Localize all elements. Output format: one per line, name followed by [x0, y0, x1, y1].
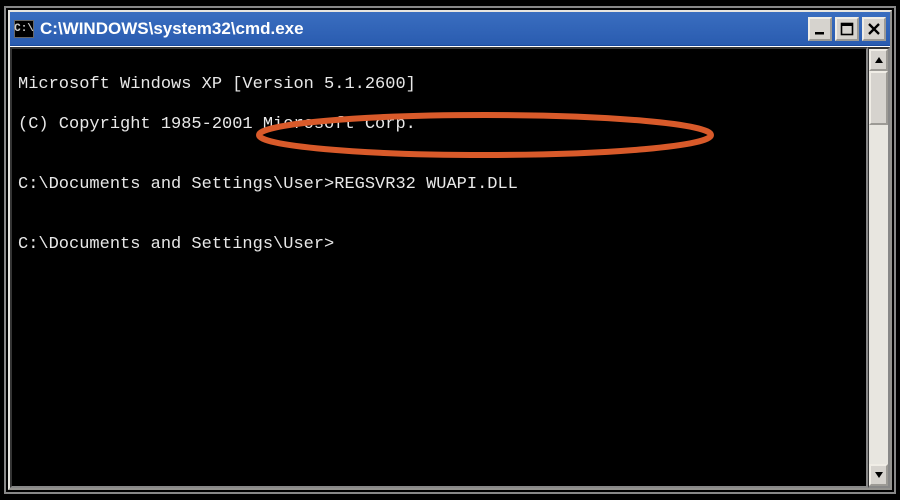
outer-frame: C:\ C:\WINDOWS\system32\cmd.exe Microsof…	[4, 6, 896, 494]
close-button[interactable]	[862, 17, 886, 41]
console-line: C:\Documents and Settings\User>	[18, 235, 860, 255]
cmd-window: C:\ C:\WINDOWS\system32\cmd.exe Microsof…	[8, 10, 892, 490]
titlebar[interactable]: C:\ C:\WINDOWS\system32\cmd.exe	[10, 12, 890, 46]
window-title: C:\WINDOWS\system32\cmd.exe	[40, 19, 808, 39]
maximize-button[interactable]	[835, 17, 859, 41]
cmd-icon: C:\	[14, 20, 34, 38]
arrow-down-icon	[874, 470, 884, 480]
scroll-up-button[interactable]	[869, 49, 888, 71]
client-area: Microsoft Windows XP [Version 5.1.2600] …	[10, 46, 890, 488]
vertical-scrollbar[interactable]	[868, 47, 890, 488]
scroll-track[interactable]	[869, 125, 888, 464]
console-line: Microsoft Windows XP [Version 5.1.2600]	[18, 75, 860, 95]
window-buttons	[808, 17, 886, 41]
console-line: (C) Copyright 1985-2001 Microsoft Corp.	[18, 115, 860, 135]
close-icon	[867, 22, 881, 36]
minimize-icon	[813, 22, 827, 36]
minimize-button[interactable]	[808, 17, 832, 41]
maximize-icon	[840, 22, 854, 36]
console-line: C:\Documents and Settings\User>REGSVR32 …	[18, 175, 860, 195]
scroll-down-button[interactable]	[869, 464, 888, 486]
console-output[interactable]: Microsoft Windows XP [Version 5.1.2600] …	[10, 47, 868, 488]
scroll-thumb[interactable]	[869, 71, 888, 125]
arrow-up-icon	[874, 55, 884, 65]
